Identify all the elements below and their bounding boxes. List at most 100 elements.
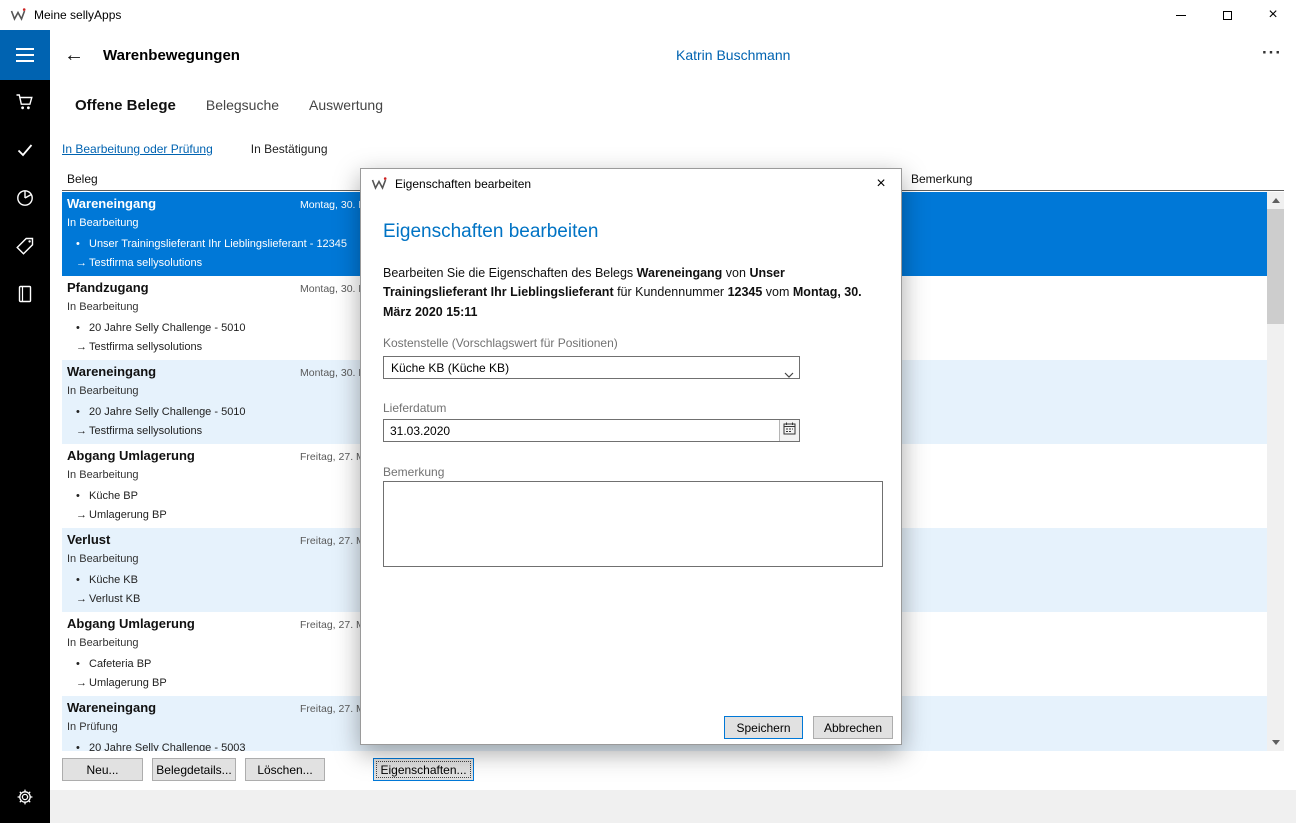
row-detail: •Küche KB: [76, 574, 138, 586]
window-title: Meine sellyApps: [34, 8, 121, 22]
hamburger-icon: [16, 48, 34, 50]
new-button[interactable]: Neu...: [62, 758, 143, 781]
hamburger-menu-button[interactable]: [0, 30, 50, 80]
filter-in-bestaetigung[interactable]: In Bestätigung: [251, 142, 328, 156]
gear-icon: [15, 787, 35, 812]
row-status: In Bearbeitung: [67, 217, 139, 229]
back-button[interactable]: ←: [60, 41, 88, 69]
scrollbar-thumb[interactable]: [1267, 209, 1284, 324]
more-button[interactable]: ···: [1262, 43, 1282, 63]
sidebar-item-pie-chart[interactable]: [0, 176, 50, 224]
row-status: In Bearbeitung: [67, 637, 139, 649]
save-button[interactable]: Speichern: [724, 716, 803, 739]
dialog-description: Bearbeiten Sie die Eigenschaften des Bel…: [383, 264, 887, 322]
filter-bar: In Bearbeitung oder Prüfung In Bestätigu…: [50, 130, 1296, 168]
calendar-icon: [783, 422, 796, 440]
window-titlebar: Meine sellyApps ×: [0, 0, 1296, 30]
row-detail: •20 Jahre Selly Challenge - 5010: [76, 406, 246, 418]
row-detail: •20 Jahre Selly Challenge - 5010: [76, 322, 246, 334]
lieferdatum-field: [383, 419, 800, 442]
bullet-icon: →: [76, 425, 89, 437]
calendar-button[interactable]: [779, 420, 799, 441]
row-detail-text: Küche KB: [89, 574, 138, 586]
cancel-button[interactable]: Abbrechen: [813, 716, 893, 739]
row-detail-text: Testfirma sellysolutions: [89, 425, 202, 437]
app-window: Meine sellyApps × ← Warenbewegungen Katr…: [0, 0, 1296, 823]
row-detail-text: Cafeteria BP: [89, 658, 151, 670]
row-title: Wareneingang: [67, 700, 156, 715]
bullet-icon: →: [76, 677, 89, 689]
pie-chart-icon: [15, 188, 35, 213]
filter-in-bearbeitung-oder-pruefung[interactable]: In Bearbeitung oder Prüfung: [62, 142, 213, 156]
sidebar-item-check[interactable]: [0, 128, 50, 176]
bemerkung-textarea[interactable]: [383, 481, 883, 567]
close-button[interactable]: ×: [1250, 0, 1296, 30]
scrollbar-down-button[interactable]: [1267, 734, 1284, 751]
tab-belegsuche[interactable]: Belegsuche: [206, 97, 279, 113]
action-bar: Neu... Belegdetails... Löschen... Eigens…: [50, 751, 1296, 790]
app-header: ← Warenbewegungen Katrin Buschmann ···: [0, 30, 1296, 80]
bullet-icon: •: [76, 406, 89, 418]
description-segment: Wareneingang: [637, 266, 723, 280]
page-title: Warenbewegungen: [103, 47, 240, 64]
book-icon: [15, 284, 35, 309]
row-title: Wareneingang: [67, 364, 156, 379]
dialog-title: Eigenschaften bearbeiten: [395, 177, 531, 191]
row-detail: •Cafeteria BP: [76, 658, 151, 670]
kostenstelle-select[interactable]: Küche KB (Küche KB): [383, 356, 800, 379]
row-title: Abgang Umlagerung: [67, 616, 195, 631]
row-status: In Bearbeitung: [67, 301, 139, 313]
triangle-down-icon: [1272, 740, 1280, 745]
bullet-icon: •: [76, 238, 89, 250]
row-detail: →Testfirma sellysolutions: [76, 257, 202, 269]
row-detail: •20 Jahre Selly Challenge - 5003: [76, 742, 246, 751]
minimize-icon: [1176, 15, 1186, 16]
tab-offene-belege[interactable]: Offene Belege: [75, 97, 176, 114]
dialog-close-button[interactable]: ×: [861, 169, 901, 199]
row-detail-text: Umlagerung BP: [89, 677, 167, 689]
bullet-icon: •: [76, 742, 89, 751]
column-header-beleg[interactable]: Beleg: [67, 172, 98, 186]
delete-button[interactable]: Löschen...: [245, 758, 325, 781]
description-segment: von: [722, 266, 749, 280]
minimize-button[interactable]: [1158, 0, 1204, 30]
bullet-icon: •: [76, 658, 89, 670]
triangle-up-icon: [1272, 198, 1280, 203]
description-segment: Bearbeiten Sie die Eigenschaften des Bel…: [383, 266, 637, 280]
bullet-icon: •: [76, 490, 89, 502]
sidebar-item-book[interactable]: [0, 272, 50, 320]
bullet-icon: •: [76, 322, 89, 334]
sidebar-item-settings[interactable]: [0, 775, 50, 823]
properties-dialog: Eigenschaften bearbeiten × Eigenschaften…: [360, 168, 902, 745]
row-status: In Bearbeitung: [67, 553, 139, 565]
description-segment: vom: [762, 285, 793, 299]
dialog-heading: Eigenschaften bearbeiten: [383, 221, 599, 243]
row-detail: →Verlust KB: [76, 593, 140, 605]
window-controls: ×: [1158, 0, 1296, 30]
tab-auswertung[interactable]: Auswertung: [309, 97, 383, 113]
row-detail-text: Testfirma sellysolutions: [89, 341, 202, 353]
row-detail-text: Verlust KB: [89, 593, 140, 605]
kostenstelle-label: Kostenstelle (Vorschlagswert für Positio…: [383, 336, 618, 350]
row-status: In Bearbeitung: [67, 469, 139, 481]
scrollbar-up-button[interactable]: [1267, 192, 1284, 209]
column-header-bemerkung[interactable]: Bemerkung: [911, 172, 972, 186]
row-detail-text: 20 Jahre Selly Challenge - 5003: [89, 742, 246, 751]
bullet-icon: →: [76, 341, 89, 353]
app-icon: [10, 7, 26, 23]
document-details-button[interactable]: Belegdetails...: [152, 758, 236, 781]
user-name[interactable]: Katrin Buschmann: [676, 47, 790, 63]
lieferdatum-input[interactable]: [384, 420, 778, 441]
sidebar-item-tag[interactable]: [0, 224, 50, 272]
bullet-icon: →: [76, 593, 89, 605]
properties-button[interactable]: Eigenschaften...: [373, 758, 474, 781]
row-title: Abgang Umlagerung: [67, 448, 195, 463]
row-detail: →Testfirma sellysolutions: [76, 341, 202, 353]
vertical-scrollbar[interactable]: [1267, 192, 1284, 751]
tag-icon: [15, 236, 35, 261]
sidebar: [0, 80, 50, 823]
maximize-button[interactable]: [1204, 0, 1250, 30]
bullet-icon: →: [76, 509, 89, 521]
sidebar-item-cart[interactable]: [0, 80, 50, 128]
row-detail-text: Umlagerung BP: [89, 509, 167, 521]
